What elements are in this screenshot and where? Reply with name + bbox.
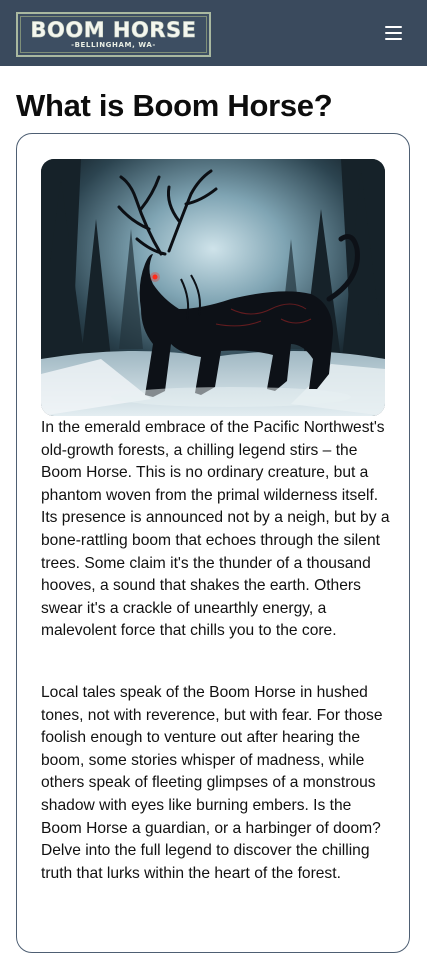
site-header: BOOM HORSE -BELLINGHAM, WA-: [0, 0, 427, 66]
legend-paragraph: Local tales speak of the Boom Horse in h…: [41, 684, 383, 882]
page-title: What is Boom Horse?: [16, 88, 333, 123]
logo-subtitle: -BELLINGHAM, WA-: [71, 41, 156, 49]
hamburger-menu-icon[interactable]: [383, 23, 405, 43]
hero-image: [41, 159, 385, 416]
logo-title: BOOM HORSE: [30, 18, 197, 42]
content-card: In the emerald embrace of the Pacific No…: [16, 133, 410, 953]
site-logo[interactable]: BOOM HORSE -BELLINGHAM, WA-: [16, 12, 211, 57]
intro-paragraph: In the emerald embrace of the Pacific No…: [41, 419, 390, 640]
